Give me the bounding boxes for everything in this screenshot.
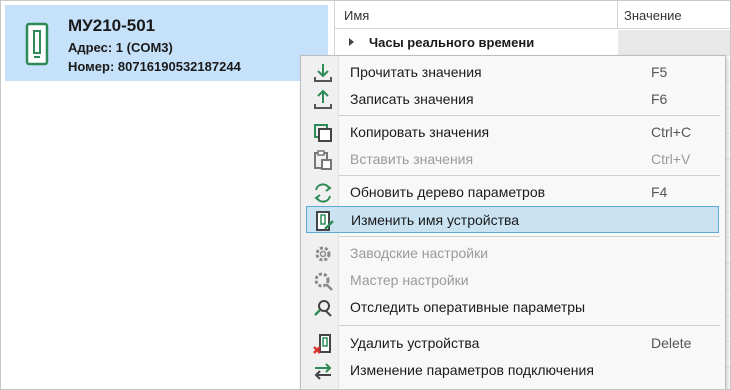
device-address: Адрес: 1 (COM3) — [68, 40, 173, 55]
menu-item-label: Мастер настройки — [350, 272, 469, 288]
table-row[interactable]: Часы реального времени — [335, 30, 730, 56]
paste-icon — [314, 150, 332, 170]
parameter-group-label: Часы реального времени — [369, 35, 535, 50]
column-header-value[interactable]: Значение — [624, 8, 682, 23]
menu-item-label: Записать значения — [350, 91, 474, 107]
menu-item-rename-device[interactable]: Изменить имя устройства — [306, 206, 719, 233]
menu-item-copy-values[interactable]: Копировать значения Ctrl+C — [306, 119, 719, 146]
delete-device-icon — [313, 334, 331, 354]
device-name: МУ210-501 — [68, 16, 156, 35]
menu-item-label: Заводские настройки — [350, 245, 489, 261]
menu-separator — [339, 175, 720, 176]
menu-item-shortcut: F6 — [651, 91, 668, 107]
menu-separator — [339, 325, 720, 326]
setup-wizard-icon — [314, 272, 333, 291]
context-menu: Прочитать значения F5 Записать значения … — [300, 55, 726, 389]
menu-item-shortcut: F5 — [651, 64, 668, 80]
menu-item-label: Копировать значения — [350, 124, 490, 140]
menu-item-refresh-tree[interactable]: Обновить дерево параметров F4 — [306, 179, 719, 206]
expand-arrow-icon[interactable] — [349, 38, 354, 46]
menu-item-read-values[interactable]: Прочитать значения F5 — [306, 59, 719, 86]
table-header: Имя Значение — [335, 1, 730, 29]
download-icon — [314, 64, 332, 82]
menu-item-shortcut: Ctrl+V — [651, 151, 691, 167]
parameter-value-cell — [618, 30, 730, 56]
monitor-icon — [314, 300, 332, 317]
device-icon — [25, 22, 49, 66]
menu-item-paste-values[interactable]: Вставить значения Ctrl+V — [306, 146, 719, 173]
device-card[interactable]: МУ210-501 Адрес: 1 (COM3) Номер: 8071619… — [5, 5, 328, 81]
copy-icon — [314, 124, 332, 142]
menu-item-label: Отследить оперативные параметры — [350, 299, 586, 315]
rename-device-icon — [316, 211, 334, 231]
menu-item-label: Обновить дерево параметров — [350, 184, 546, 200]
factory-settings-icon — [315, 246, 331, 262]
menu-item-delete-devices[interactable]: Удалить устройства Delete — [306, 330, 719, 357]
menu-item-label: Прочитать значения — [350, 64, 482, 80]
menu-item-connection-settings[interactable]: Изменение параметров подключения — [306, 357, 719, 384]
menu-item-label: Удалить устройства — [350, 335, 480, 351]
connection-settings-icon — [314, 363, 332, 380]
menu-item-setup-wizard[interactable]: Мастер настройки — [306, 267, 719, 294]
menu-item-monitor-parameters[interactable]: Отследить оперативные параметры — [306, 294, 719, 321]
menu-item-shortcut: F4 — [651, 184, 668, 200]
menu-item-shortcut: Ctrl+C — [651, 124, 692, 140]
menu-separator — [339, 236, 720, 237]
device-serial-number: Номер: 80716190532187244 — [68, 59, 241, 74]
menu-item-shortcut: Delete — [651, 335, 692, 351]
app-window: МУ210-501 Адрес: 1 (COM3) Номер: 8071619… — [0, 0, 731, 390]
column-divider[interactable] — [617, 1, 618, 29]
upload-icon — [314, 89, 332, 109]
menu-item-factory-settings[interactable]: Заводские настройки — [306, 240, 719, 267]
menu-item-label: Изменение параметров подключения — [350, 362, 594, 378]
column-header-name[interactable]: Имя — [344, 8, 369, 23]
menu-separator — [339, 115, 720, 116]
menu-item-write-values[interactable]: Записать значения F6 — [306, 86, 719, 113]
menu-item-label: Вставить значения — [350, 151, 474, 167]
menu-item-label: Изменить имя устройства — [351, 212, 520, 228]
refresh-icon — [314, 183, 332, 203]
